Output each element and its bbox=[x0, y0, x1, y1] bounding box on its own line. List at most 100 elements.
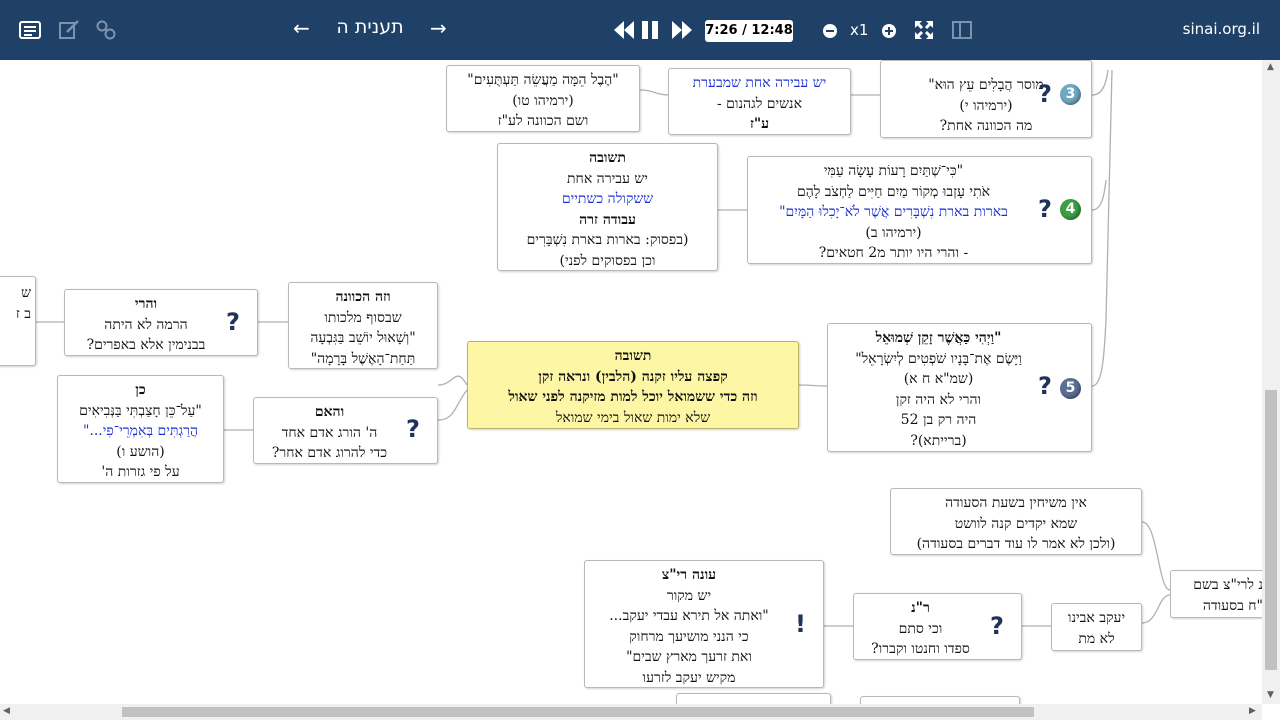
node-answer-avodah-zarah[interactable]: תשובה יש עבירה אחת ששקולה כשתיים עבודה ז… bbox=[497, 143, 718, 271]
node-question-5[interactable]: "וַיְהִי כַּאֲשֶׁר זָקֵן שְׁמוּאֵל וַיָּ… bbox=[827, 323, 1092, 452]
next-page-arrow[interactable]: ← bbox=[293, 16, 310, 40]
node-line: תַּחַת־הָאֶשֶׁל בָּרָמָה" bbox=[310, 350, 416, 367]
node-line: והאם bbox=[314, 404, 345, 420]
node-line: בארות בארת נִשְׁבָּרִים אֲשֶׁר לֹא־יָכִל… bbox=[779, 204, 1008, 220]
horizontal-scroll-thumb[interactable] bbox=[122, 707, 1034, 717]
scroll-down-icon[interactable]: ▼ bbox=[1267, 690, 1274, 700]
node-line: "וְשָׁאוּל יוֹשֵׁב בַּגִּבְעָה bbox=[310, 330, 416, 346]
edit-icon[interactable] bbox=[57, 18, 81, 42]
node-line: בבנימין אלא באפרים? bbox=[86, 337, 206, 353]
speed-indicator: x1 bbox=[850, 21, 869, 39]
rewind-icon[interactable] bbox=[612, 19, 636, 41]
node-line: היה רק בן 52 bbox=[900, 412, 977, 428]
node-line: לא מת bbox=[1078, 630, 1115, 647]
node-line: "הֶבֶל הֵמָּה מַעֲשֵׂה תַּעְתֻּעִים" bbox=[467, 72, 619, 88]
scroll-up-icon[interactable]: ▲ bbox=[1267, 62, 1274, 72]
node-line: הֲרַגְתִּים בְּאִמְרֵי־פִי..." bbox=[82, 423, 199, 439]
mindmap-canvas[interactable]: "הֶבֶל הֵמָּה מַעֲשֵׂה תַּעְתֻּעִים" (יר… bbox=[0, 60, 1262, 704]
question-mark-icon: ? bbox=[1038, 80, 1052, 108]
node-line: ואת זרעך מארץ שבים" bbox=[626, 649, 752, 665]
node-bottom-partial[interactable] bbox=[860, 696, 1020, 704]
node-line: "ואתה אל תירא עבדי יעקב... bbox=[609, 608, 769, 624]
node-line: (ירמיהו טו) bbox=[512, 92, 574, 109]
node-line: מקיש יעקב לזרעו bbox=[642, 669, 736, 686]
node-line: - והרי היו יותר מ2 חטאים? bbox=[818, 245, 969, 261]
scroll-left-icon[interactable]: ◀ bbox=[3, 706, 10, 716]
node-ona-ritz[interactable]: עונה רי"צ יש מקור "ואתה אל תירא עבדי יעק… bbox=[584, 560, 824, 688]
zoom-in-icon[interactable] bbox=[881, 23, 897, 39]
node-line: ש bbox=[21, 285, 31, 301]
node-central-answer[interactable]: תשובה קפצה עליו זקנה (הלבין) ונראה זקן ו… bbox=[467, 341, 799, 429]
node-line: עונה רי"צ bbox=[661, 567, 717, 583]
node-line: (שמ"א ח א) bbox=[903, 371, 974, 387]
node-left-partial[interactable]: ש ב ז bbox=[0, 276, 36, 366]
node-line: ששקולה כשתיים bbox=[561, 191, 654, 207]
list-icon[interactable] bbox=[18, 18, 42, 42]
node-line: כי הנני מושיעך מרחוק bbox=[629, 628, 749, 645]
node-line: והרי bbox=[134, 296, 158, 312]
node-havel-hema[interactable]: "הֶבֶל הֵמָּה מַעֲשֵׂה תַּעְתֻּעִים" (יר… bbox=[446, 65, 640, 132]
node-right-partial[interactable]: נ לרי"צ בשם "ח בסעודה bbox=[1170, 570, 1262, 618]
node-line: ע"ז bbox=[749, 116, 770, 132]
node-line: (ברייתא)? bbox=[910, 432, 967, 449]
split-view-icon[interactable] bbox=[952, 20, 972, 40]
node-line: ה' הורג אדם אחד bbox=[281, 424, 378, 441]
node-line: וכי סתם bbox=[898, 620, 943, 637]
node-ein-mesichin[interactable]: אין משיחין בשעת הסעודה שמא יקדים קנה לוו… bbox=[890, 488, 1142, 555]
node-line: תשובה bbox=[614, 348, 652, 364]
node-yaakov-avinu[interactable]: יעקב אבינו לא מת bbox=[1051, 603, 1142, 651]
exclamation-icon: ! bbox=[795, 610, 806, 638]
node-averah-achat[interactable]: יש עבירה אחת שמבערת אנשים לגהנום - ע"ז bbox=[668, 68, 851, 135]
question-mark-icon: ? bbox=[1038, 372, 1052, 400]
vertical-scrollbar[interactable]: ▲ ▼ bbox=[1262, 60, 1280, 704]
fullscreen-icon[interactable] bbox=[914, 20, 934, 40]
node-line: על פי גזרות ה' bbox=[101, 464, 180, 480]
node-line: יש עבירה אחת bbox=[567, 170, 648, 187]
node-line: יש מקור bbox=[666, 587, 712, 604]
node-line: אין משיחין בשעת הסעודה bbox=[945, 495, 1087, 511]
node-line: (בפסוק: בארות בארת נִשְׁבָּרִים bbox=[526, 232, 689, 248]
node-line: כן bbox=[135, 382, 146, 398]
node-vezeh-hakavana[interactable]: וזה הכוונה שבסוף מלכותו "וְשָׁאוּל יוֹשֵ… bbox=[288, 282, 438, 369]
previous-page-arrow[interactable]: → bbox=[430, 16, 447, 40]
number-badge-5: 5 bbox=[1060, 378, 1081, 399]
node-line: מה הכוונה אחת? bbox=[939, 118, 1033, 134]
question-mark-icon: ? bbox=[406, 415, 420, 443]
question-mark-icon: ? bbox=[226, 308, 240, 336]
node-line: וַיָּשֶׂם אֶת־בָּנָיו שֹׁפְטִים לְיִשְׂר… bbox=[855, 350, 1022, 367]
node-line: (הושע ו) bbox=[116, 443, 165, 460]
node-line: יש עבירה אחת שמבערת bbox=[692, 75, 827, 91]
node-line: ר"נ bbox=[911, 600, 930, 616]
node-line: שלא ימות שאול בימי שמואל bbox=[555, 409, 711, 426]
node-line: שבסוף מלכותו bbox=[324, 309, 402, 326]
node-bottom-partial[interactable] bbox=[676, 693, 831, 704]
scroll-right-icon[interactable]: ▶ bbox=[1249, 706, 1256, 716]
node-line: יעקב אבינו bbox=[1067, 610, 1126, 626]
node-line: ספדו וחנטו וקברו? bbox=[871, 641, 970, 657]
node-line: והרי לא היה זקן bbox=[895, 391, 982, 408]
time-display: 7:26 / 12:48 bbox=[705, 20, 793, 42]
site-name[interactable]: sinai.org.il bbox=[1183, 20, 1260, 38]
node-line: "וַיְהִי כַּאֲשֶׁר זָקֵן שְׁמוּאֵל bbox=[875, 330, 1002, 346]
pause-icon[interactable] bbox=[640, 19, 660, 41]
node-line: ושם הכוונה לע"ז bbox=[497, 113, 589, 129]
node-line: שמא יקדים קנה לוושט bbox=[954, 515, 1078, 532]
number-badge-4: 4 bbox=[1060, 199, 1081, 220]
node-line: (ולכן לא אמר לו עוד דברים בסעודה) bbox=[916, 536, 1116, 552]
question-mark-icon: ? bbox=[1038, 195, 1052, 223]
node-line: כדי להרוג אדם אחר? bbox=[271, 445, 388, 461]
node-line: וזה כדי ששמואל יוכל למות מזיקנה לפני שאו… bbox=[508, 389, 758, 405]
node-ken-hatzavti[interactable]: כן "עַל־כֵּן חָצַבְתִּי בַּנְּבִיאִים הֲ… bbox=[57, 375, 224, 483]
vertical-scroll-thumb[interactable] bbox=[1265, 390, 1277, 670]
node-line: אנשים לגהנום - bbox=[717, 95, 802, 112]
question-mark-icon: ? bbox=[990, 612, 1004, 640]
top-toolbar: ← תענית ה → 7:26 / 12:48 x1 sinai.org.il bbox=[0, 0, 1280, 60]
node-line: נ לרי"צ בשם bbox=[1193, 577, 1262, 593]
link-icon[interactable] bbox=[94, 18, 118, 42]
horizontal-scrollbar[interactable]: ◀ ▶ bbox=[0, 704, 1262, 720]
document-title: תענית ה bbox=[336, 16, 404, 38]
node-line: עבודה זרה bbox=[579, 211, 636, 228]
fast-forward-icon[interactable] bbox=[670, 19, 694, 41]
zoom-out-icon[interactable] bbox=[822, 23, 838, 39]
number-badge-3: 3 bbox=[1060, 84, 1081, 105]
